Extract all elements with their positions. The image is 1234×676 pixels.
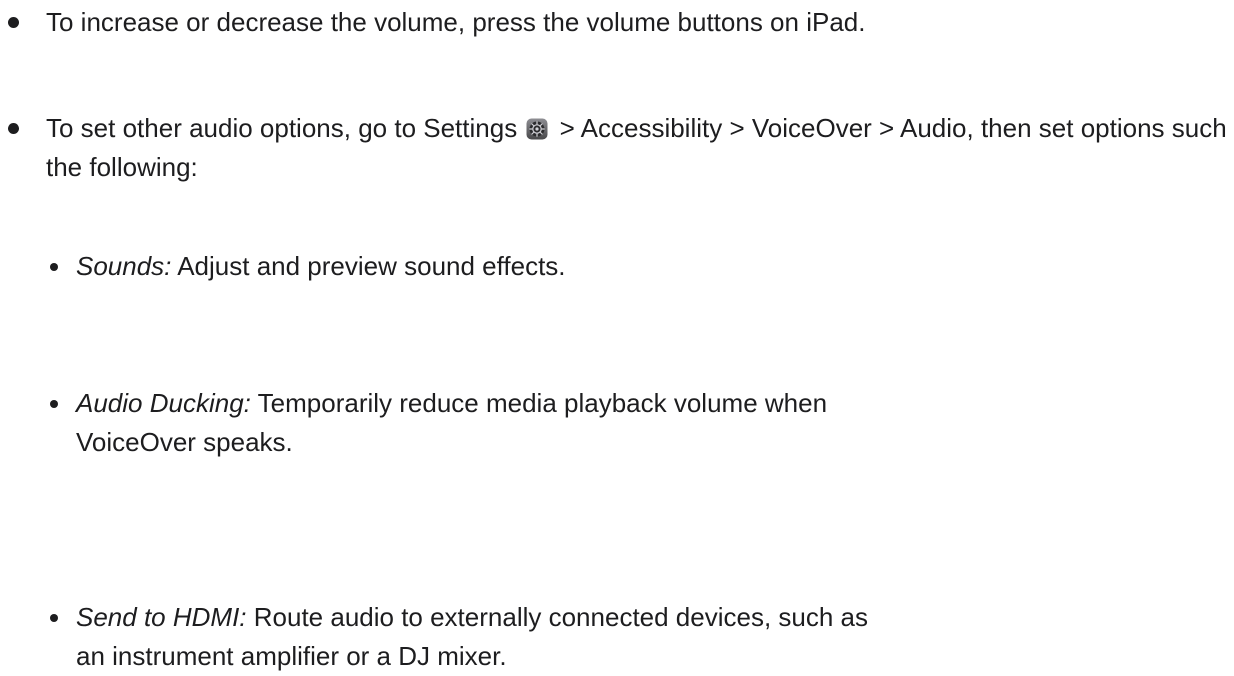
term-label: Audio Ducking: bbox=[76, 388, 251, 418]
sub-list-item-text: Send to HDMI: Route audio to externally … bbox=[76, 598, 876, 676]
term-description: Adjust and preview sound effects. bbox=[177, 251, 566, 281]
document-body: To increase or decrease the volume, pres… bbox=[0, 0, 1234, 671]
bullet-list: To increase or decrease the volume, pres… bbox=[0, 0, 1234, 182]
settings-gear-icon bbox=[526, 118, 548, 140]
term-label: Send to HDMI: bbox=[76, 602, 247, 632]
sub-list-item-send-to-hdmi: Send to HDMI: Route audio to externally … bbox=[46, 598, 1176, 676]
bullet-icon bbox=[8, 17, 19, 28]
list-item-audio-options: To set other audio options, go to Settin… bbox=[0, 109, 1234, 187]
term-label: Sounds: bbox=[76, 251, 172, 281]
sub-list-item-sounds: Sounds: Adjust and preview sound effects… bbox=[46, 247, 1176, 286]
list-item-volume-buttons: To increase or decrease the volume, pres… bbox=[0, 3, 1234, 42]
bullet-icon bbox=[50, 400, 58, 408]
list-item-text: To increase or decrease the volume, pres… bbox=[46, 7, 866, 37]
sub-list-item-audio-ducking: Audio Ducking: Temporarily reduce media … bbox=[46, 384, 1176, 462]
bullet-icon bbox=[50, 263, 58, 271]
bullet-icon bbox=[8, 123, 19, 134]
sub-list-item-text: Audio Ducking: Temporarily reduce media … bbox=[76, 384, 876, 462]
list-item-text-start: To set other audio options, go to Settin… bbox=[46, 113, 518, 143]
bullet-icon bbox=[50, 614, 58, 622]
